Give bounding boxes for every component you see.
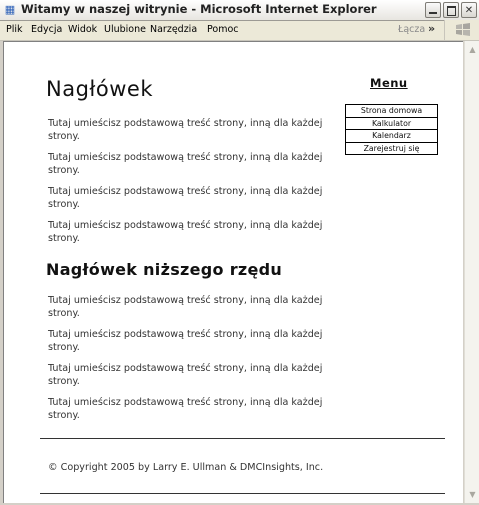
scroll-up-icon[interactable]: ▲: [466, 43, 479, 56]
ie-page-icon: ▦: [4, 3, 16, 16]
maximize-icon: [447, 6, 456, 16]
paragraph: Tutaj umieścisz podstawową treść strony,…: [48, 152, 323, 176]
menu-title: Menu: [370, 76, 408, 90]
links-label[interactable]: Łącza: [398, 24, 425, 35]
close-icon: ✕: [464, 4, 474, 16]
menu-favorites[interactable]: Ulubione: [104, 24, 146, 35]
footer-divider-top: [40, 438, 445, 439]
paragraph: Tutaj umieścisz podstawową treść strony,…: [48, 295, 323, 319]
nav-link-home[interactable]: Strona domowa: [346, 105, 437, 118]
minimize-icon: [429, 12, 437, 14]
scroll-down-icon[interactable]: ▼: [466, 488, 479, 501]
menu-bar: Plik Edycja Widok Ulubione Narzędzia Pom…: [0, 21, 479, 41]
footer-copyright: © Copyright 2005 by Larry E. Ullman & DM…: [48, 462, 324, 473]
vertical-scrollbar[interactable]: ▲ ▼: [464, 41, 479, 503]
footer-divider-bottom: [40, 493, 445, 494]
menu-view[interactable]: Widok: [68, 24, 97, 35]
paragraph: Tutaj umieścisz podstawową treść strony,…: [48, 329, 323, 353]
paragraph: Tutaj umieścisz podstawową treść strony,…: [48, 118, 323, 142]
title-bar: ▦ Witamy w naszej witrynie - Microsoft I…: [0, 0, 479, 21]
links-chevron-icon[interactable]: »: [428, 22, 435, 35]
paragraph: Tutaj umieścisz podstawową treść strony,…: [48, 397, 323, 421]
subheading: Nagłówek niższego rzędu: [46, 260, 283, 279]
nav-link-register[interactable]: Zarejestruj się: [346, 143, 437, 155]
nav-link-calendar[interactable]: Kalendarz: [346, 130, 437, 143]
paragraph: Tutaj umieścisz podstawową treść strony,…: [48, 363, 323, 387]
paragraph: Tutaj umieścisz podstawową treść strony,…: [48, 186, 323, 210]
windows-logo-throbber: [444, 20, 479, 40]
menu-edit[interactable]: Edycja: [31, 24, 62, 35]
menu-help[interactable]: Pomoc: [207, 24, 239, 35]
windows-flag-icon: [456, 23, 470, 36]
paragraph: Tutaj umieścisz podstawową treść strony,…: [48, 220, 323, 244]
menu-tools[interactable]: Narzędzia: [150, 24, 197, 35]
nav-menu: Strona domowa Kalkulator Kalendarz Zarej…: [345, 104, 438, 155]
nav-link-calculator[interactable]: Kalkulator: [346, 118, 437, 130]
minimize-button[interactable]: [425, 2, 441, 18]
close-button[interactable]: ✕: [461, 2, 477, 18]
window-title: Witamy w naszej witrynie - Microsoft Int…: [21, 2, 377, 16]
browser-window: ▦ Witamy w naszej witrynie - Microsoft I…: [0, 0, 479, 505]
menu-file[interactable]: Plik: [6, 24, 23, 35]
maximize-button[interactable]: [443, 2, 459, 18]
page-heading: Nagłówek: [46, 77, 153, 101]
